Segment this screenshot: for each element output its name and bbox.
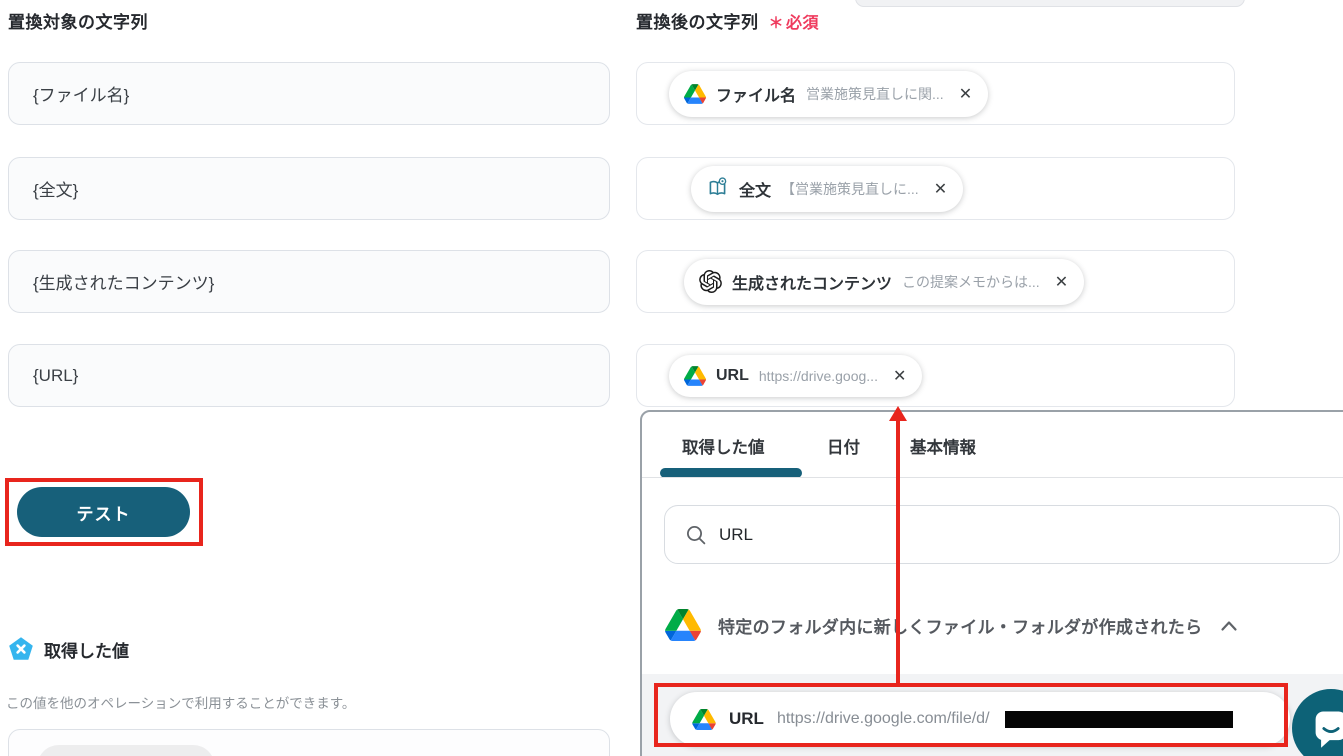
target-string-heading: 置換対象の文字列 xyxy=(8,13,148,32)
replacement-field-2[interactable]: 全文 【営業施策見直しに... ✕ xyxy=(636,157,1235,220)
token-label: ファイル名 xyxy=(716,87,797,105)
replacement-field-4[interactable]: URL https://drive.goog... ✕ xyxy=(636,344,1235,407)
google-drive-icon xyxy=(684,365,706,386)
annotation-box-test-button xyxy=(5,478,203,546)
target-string-input-2[interactable]: {全文} xyxy=(8,157,610,220)
retrieved-values-section-header: 取得した値 xyxy=(8,636,129,662)
token-label: 全文 xyxy=(739,182,772,200)
tab-retrieved-values[interactable]: 取得した値 xyxy=(682,434,765,458)
token-chip-generated-content[interactable]: 生成されたコンテンツ この提案メモからは... ✕ xyxy=(684,258,1085,305)
retrieved-values-field-partial[interactable] xyxy=(8,729,610,756)
token-value: 【営業施策見直しに... xyxy=(781,180,919,197)
replacement-field-3[interactable]: 生成されたコンテンツ この提案メモからは... ✕ xyxy=(636,250,1235,313)
target-string-value: {全文} xyxy=(33,181,79,200)
google-drive-icon xyxy=(684,83,706,104)
close-icon[interactable]: ✕ xyxy=(934,179,947,199)
target-string-value: {URL} xyxy=(33,365,79,385)
pentagon-x-icon xyxy=(8,636,34,662)
tab-basic-info[interactable]: 基本情報 xyxy=(910,434,976,458)
retrieved-values-description: この値を他のオペレーションで利用することができます。 xyxy=(6,696,356,711)
annotation-box-url-result xyxy=(654,683,1288,747)
required-label: 必須 xyxy=(786,15,820,32)
annotation-arrow-line xyxy=(896,420,900,683)
trigger-group-title: 特定のフォルダ内に新しくファイル・フォルダが作成されたら xyxy=(718,617,1203,637)
target-string-input-1[interactable]: {ファイル名} xyxy=(8,62,610,125)
partial-element-above xyxy=(855,0,1245,7)
target-string-input-3[interactable]: {生成されたコンテンツ} xyxy=(8,250,610,313)
chat-bubble-icon xyxy=(1309,706,1343,750)
retrieved-values-title: 取得した値 xyxy=(44,641,129,661)
token-chip-url[interactable]: URL https://drive.goog... ✕ xyxy=(669,354,923,397)
replacement-field-1[interactable]: ファイル名 営業施策見直しに関... ✕ xyxy=(636,62,1235,125)
target-string-value: {生成されたコンテンツ} xyxy=(33,274,215,293)
target-string-value: {ファイル名} xyxy=(33,86,130,105)
close-icon[interactable]: ✕ xyxy=(1055,272,1068,292)
close-icon[interactable]: ✕ xyxy=(893,366,906,386)
target-string-input-4[interactable]: {URL} xyxy=(8,344,610,407)
ghost-chip xyxy=(37,745,215,756)
google-drive-icon xyxy=(665,609,701,641)
close-icon[interactable]: ✕ xyxy=(959,84,972,104)
annotation-arrow-head xyxy=(889,406,907,421)
token-value: 営業施策見直しに関... xyxy=(806,85,944,102)
token-label: URL xyxy=(716,366,749,384)
replace-string-settings-screen: 置換対象の文字列 {ファイル名} {全文} {生成されたコンテンツ} {URL}… xyxy=(0,0,1343,756)
book-reader-icon xyxy=(706,177,729,200)
token-value: この提案メモからは... xyxy=(902,273,1040,290)
token-chip-fulltext[interactable]: 全文 【営業施策見直しに... ✕ xyxy=(691,165,964,212)
chevron-up-icon[interactable] xyxy=(1220,619,1238,632)
required-asterisk: ＊ xyxy=(768,15,785,32)
tab-divider xyxy=(642,477,1343,478)
token-value: https://drive.goog... xyxy=(758,367,878,384)
drive-trigger-group-header[interactable]: 特定のフォルダ内に新しくファイル・フォルダが作成されたら xyxy=(665,600,1325,650)
search-icon xyxy=(685,524,707,546)
token-label: 生成されたコンテンツ xyxy=(732,275,893,293)
tab-date[interactable]: 日付 xyxy=(827,434,860,458)
token-chip-filename[interactable]: ファイル名 営業施策見直しに関... ✕ xyxy=(669,70,989,117)
search-input[interactable]: URL xyxy=(664,505,1340,564)
search-value: URL xyxy=(719,524,754,544)
replacement-string-title: 置換後の文字列 xyxy=(636,13,759,32)
replacement-string-heading: 置換後の文字列 ＊ 必須 xyxy=(636,8,819,33)
openai-icon xyxy=(699,270,722,293)
